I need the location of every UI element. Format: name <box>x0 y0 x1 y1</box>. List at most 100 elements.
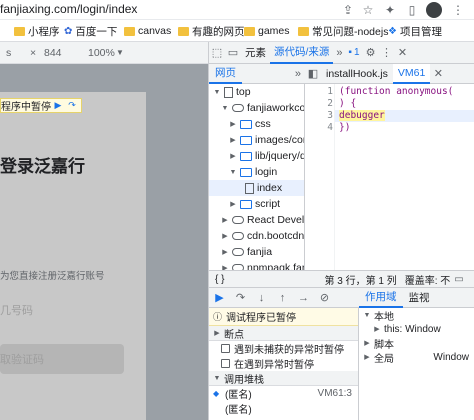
scope-this[interactable]: ▶ this: Window <box>359 322 474 336</box>
bookmark-item[interactable]: 常见问题-nodejs <box>298 24 388 38</box>
tab-elements[interactable]: 元素 <box>241 42 270 64</box>
line-number[interactable]: 2 <box>305 98 333 110</box>
code-line: (function anonymous( <box>339 86 454 97</box>
settings-gear-icon[interactable]: ⚙ <box>363 42 379 64</box>
login-title: 登录泛嘉行 <box>0 157 85 176</box>
tree-item[interactable]: ▶images/com <box>229 132 304 148</box>
bookmark-item[interactable]: canvas <box>124 24 171 38</box>
line-number[interactable]: 4 <box>305 122 333 134</box>
tree-item[interactable]: ▶React Develop <box>221 212 304 228</box>
pause-on-uncaught-exceptions[interactable]: 遇到未捕获的异常时暂停 <box>209 341 358 356</box>
share-icon[interactable]: ⇪ <box>340 2 356 18</box>
devtools-panel: ⬚ ▭ 元素 源代码/来源 » ▪ 1 ⚙ ⋮ ✕ 网页 » ▼ top ▼ fanj… <box>208 42 474 420</box>
resume-icon[interactable]: ▶ <box>209 288 230 308</box>
step-into-icon[interactable]: ↓ <box>251 288 272 308</box>
folder-icon <box>240 151 252 161</box>
resume-icon[interactable]: ▶ <box>51 99 65 112</box>
expanded-triangle-icon: ▼ <box>213 374 221 382</box>
call-stack-header[interactable]: ▼ 调用堆栈 <box>209 371 358 386</box>
editor-tabbar: ◧ installHook.js VM61 ✕ <box>305 63 474 84</box>
avatar[interactable] <box>426 2 442 18</box>
bookmark-item[interactable]: ✿ 百度一下 <box>64 24 117 38</box>
editor-tab[interactable]: installHook.js <box>321 64 393 84</box>
info-icon: ⓘ <box>213 312 223 322</box>
expanded-triangle-icon: ▼ <box>213 88 221 96</box>
line-number[interactable]: 3 <box>305 110 333 122</box>
messages-badge[interactable]: ▪ 1 <box>345 47 362 58</box>
collapsed-triangle-icon: ▶ <box>230 201 236 208</box>
message-icon: ▪ <box>348 47 352 58</box>
line-number[interactable]: 1 <box>305 86 333 98</box>
scope-script[interactable]: ▶ 脚本 <box>359 336 474 351</box>
bookmark-item[interactable]: 小程序 <box>14 24 60 38</box>
code-line: ) { <box>339 98 357 109</box>
get-code-button[interactable]: 取验证码 <box>0 344 124 374</box>
call-frame[interactable]: (匿名) <box>209 401 358 416</box>
folder-icon <box>124 26 135 36</box>
project-icon: ❖ <box>388 25 397 37</box>
more-tabs-icon[interactable]: » <box>333 42 345 64</box>
navigator-tabs: 网页 » <box>209 64 305 84</box>
bookmark-item[interactable]: ❖ 项目管理 <box>388 24 442 38</box>
chevron-down-icon[interactable]: ▼ <box>116 48 124 57</box>
menu-icon[interactable]: ⋮ <box>450 2 466 18</box>
tab-scope[interactable]: 作用域 <box>359 288 403 308</box>
folder-icon <box>298 26 309 36</box>
pause-on-caught-exceptions[interactable]: 在遇到异常时暂停 <box>209 356 358 371</box>
expanded-triangle-icon: ▼ <box>229 168 237 176</box>
extensions-icon[interactable]: ✦ <box>382 2 398 18</box>
checkbox[interactable] <box>221 359 230 368</box>
device-width-input[interactable]: 844 <box>44 47 62 59</box>
bookmark-item[interactable]: games <box>244 24 290 38</box>
bookmark-star-icon[interactable]: ☆ <box>360 2 376 18</box>
editor-tab-active[interactable]: VM61 <box>392 63 431 84</box>
tree-item[interactable]: ▶ script <box>229 196 280 212</box>
tree-item[interactable]: ▼fanjiaworkcoin <box>221 100 304 116</box>
zoom-select[interactable]: 100% <box>88 47 115 59</box>
tab-sources[interactable]: 源代码/来源 <box>270 42 334 64</box>
collapsed-triangle-icon: ▶ <box>222 217 228 224</box>
bookmark-item[interactable]: 有趣的网页 <box>178 24 245 38</box>
tab-page[interactable]: 网页 <box>209 64 242 84</box>
tab-watch[interactable]: 监视 <box>403 288 436 308</box>
call-frame-current[interactable]: ◆ (匿名) VM61:3 <box>209 386 358 401</box>
folder-icon <box>244 26 255 36</box>
sidepanel-icon[interactable]: ▯ <box>404 2 420 18</box>
close-icon[interactable]: ✕ <box>395 42 411 64</box>
scope-pane: ▼ 本地 ▶ this: Window ▶ 脚本 ▶ 全局 Window <box>359 308 474 420</box>
close-tab-icon[interactable]: ✕ <box>430 64 446 84</box>
tree-item[interactable]: ▶cdn.bootcdn.n <box>221 228 304 244</box>
collapsed-triangle-icon: ▶ <box>222 249 228 256</box>
tree-item[interactable]: ▼ top <box>213 84 251 100</box>
kebab-menu-icon[interactable]: ⋮ <box>379 42 395 64</box>
collapsed-triangle-icon: ▶ <box>374 326 380 333</box>
pretty-print-button[interactable]: { } <box>209 274 230 285</box>
step-out-icon[interactable]: ↑ <box>272 288 293 308</box>
checkbox[interactable] <box>221 344 230 353</box>
tree-item[interactable]: ▶ css <box>229 116 270 132</box>
deactivate-breakpoints-icon[interactable]: ⊘ <box>314 288 335 308</box>
dimension-separator: s <box>6 46 12 59</box>
code-line: }) <box>339 122 351 133</box>
tree-item-selected[interactable]: index <box>209 180 304 196</box>
step-icon[interactable]: → <box>293 288 314 308</box>
toggle-navigator-icon[interactable]: ◧ <box>305 64 321 84</box>
tree-item[interactable]: ▼ login <box>229 164 278 180</box>
expanded-triangle-icon: ▼ <box>221 104 229 112</box>
tree-item[interactable]: ▶ lib/jquery/d <box>229 148 304 164</box>
step-over-icon[interactable]: ↷ <box>65 99 79 112</box>
breakpoints-header[interactable]: ▶ 断点 <box>209 326 358 341</box>
device-icon[interactable]: ▭ <box>225 42 241 64</box>
phone-input[interactable]: 几号码 <box>0 302 33 318</box>
more-icon[interactable]: » <box>295 68 305 80</box>
folder-icon <box>14 26 25 36</box>
dock-icon[interactable]: ▭ <box>454 274 463 285</box>
login-tip: 为您直接注册泛嘉行账号 <box>0 271 105 282</box>
scope-global[interactable]: ▶ 全局 Window <box>359 350 474 365</box>
collapsed-triangle-icon: ▶ <box>214 330 220 337</box>
tree-item[interactable]: ▶ fanjia <box>221 244 272 260</box>
url-text[interactable]: fanjiaxing.com/login/index <box>0 2 137 16</box>
inspect-icon[interactable]: ⬚ <box>209 42 225 64</box>
scope-local[interactable]: ▼ 本地 <box>359 308 474 323</box>
step-over-icon[interactable]: ↷ <box>230 288 251 308</box>
